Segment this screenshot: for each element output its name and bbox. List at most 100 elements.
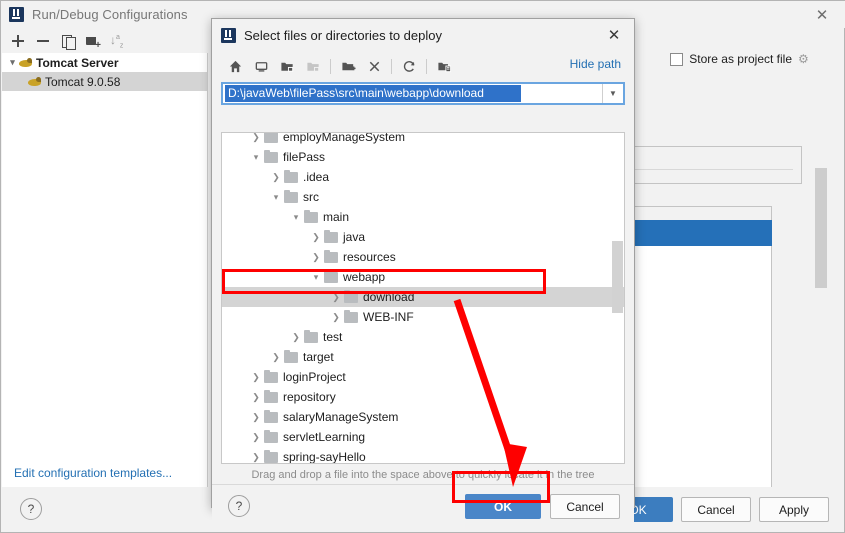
tree-row[interactable]: ❯ spring-sayHello (222, 447, 624, 464)
bg-window-close-icon[interactable]: ✕ (814, 7, 830, 23)
tree-row-label: servletLearning (283, 430, 366, 444)
chevron-right-icon[interactable]: ❯ (328, 312, 344, 323)
folder-icon (324, 269, 338, 283)
folder-icon (304, 209, 318, 223)
chevron-right-icon[interactable]: ❯ (248, 432, 264, 443)
tree-row-label: download (363, 290, 415, 304)
home-icon[interactable] (222, 55, 248, 77)
tree-row[interactable]: ❯ repository (222, 387, 624, 407)
chevron-right-icon[interactable]: ❯ (248, 133, 264, 143)
folder-icon (264, 369, 278, 383)
hide-path-link[interactable]: Hide path (570, 57, 621, 71)
collapse-folder-icon (300, 55, 326, 77)
tree-row[interactable]: ▾ src (222, 187, 624, 207)
tree-row-label: repository (283, 390, 336, 404)
edit-configuration-templates-link[interactable]: Edit configuration templates... (14, 466, 172, 480)
dialog-close-icon[interactable]: ✕ (606, 27, 622, 43)
delete-icon[interactable] (361, 55, 387, 77)
bg-configurations-tree: ▾ Tomcat Server Tomcat 9.0.58 (2, 53, 208, 458)
bg-cancel-button[interactable]: Cancel (681, 497, 751, 522)
chevron-right-icon[interactable]: ❯ (328, 292, 344, 303)
chevron-down-icon[interactable]: ▾ (288, 212, 304, 223)
desktop-icon[interactable] (248, 55, 274, 77)
folder-icon (264, 149, 278, 163)
bg-configurations-toolbar: ↓az (2, 28, 208, 53)
folder-icon (264, 133, 278, 143)
refresh-icon[interactable] (396, 55, 422, 77)
folder-icon (324, 249, 338, 263)
chevron-right-icon[interactable]: ❯ (288, 332, 304, 343)
remove-configuration-button[interactable] (35, 33, 51, 49)
drag-drop-hint: Drag and drop a file into the space abov… (251, 469, 595, 481)
tree-row[interactable]: ❯ java (222, 227, 624, 247)
bg-apply-button[interactable]: Apply (759, 497, 829, 522)
tree-row[interactable]: ❯ WEB-INF (222, 307, 624, 327)
tree-item-tomcat-9058[interactable]: Tomcat 9.0.58 (2, 72, 207, 91)
add-configuration-button[interactable] (10, 33, 26, 49)
tree-row[interactable]: ❯ salaryManageSystem (222, 407, 624, 427)
tree-row-label: target (303, 350, 334, 364)
copy-configuration-button[interactable] (60, 33, 76, 50)
bg-window-buttons: OK Cancel Apply (603, 497, 829, 522)
chevron-right-icon[interactable]: ❯ (248, 412, 264, 423)
tree-row-label: loginProject (283, 370, 346, 384)
tree-row[interactable]: ❯ loginProject (222, 367, 624, 387)
sort-az-icon[interactable]: ↓az (110, 33, 126, 49)
expand-folder-icon[interactable] (274, 55, 300, 77)
tree-row[interactable]: ▾ filePass (222, 147, 624, 167)
new-folder-button[interactable] (85, 33, 101, 51)
store-as-project-file-row[interactable]: Store as project file ⚙ (670, 52, 811, 66)
tree-row-label: filePass (283, 150, 326, 164)
tree-item-tomcat-server[interactable]: ▾ Tomcat Server (2, 53, 207, 72)
dialog-titlebar: Select files or directories to deploy ✕ (212, 19, 634, 51)
chevron-down-icon[interactable]: ▼ (602, 84, 623, 103)
dialog-ok-button[interactable]: OK (465, 494, 541, 519)
tree-scrollbar-thumb[interactable] (612, 241, 623, 313)
chevron-right-icon[interactable]: ❯ (268, 352, 284, 363)
chevron-right-icon[interactable]: ❯ (248, 392, 264, 403)
tree-row[interactable]: ▾ webapp (222, 267, 624, 287)
file-tree[interactable]: ❯ employManageSystem ▾ filePass ❯ .idea ▾ src ▾ m… (221, 132, 625, 464)
toolbar-separator (426, 58, 427, 74)
toolbar-separator (391, 58, 392, 74)
chevron-down-icon[interactable]: ▾ (268, 192, 284, 203)
chevron-right-icon[interactable]: ❯ (308, 252, 324, 263)
chevron-down-icon[interactable]: ▾ (308, 272, 324, 283)
dialog-bottom-bar: ? OK Cancel (212, 484, 634, 527)
dialog-help-button[interactable]: ? (228, 495, 250, 517)
path-input[interactable]: D:\javaWeb\filePass\src\main\webapp\down… (225, 85, 521, 102)
chevron-down-icon[interactable]: ▾ (6, 57, 19, 68)
tree-row[interactable]: ❯ target (222, 347, 624, 367)
new-folder-icon[interactable] (335, 55, 361, 77)
dialog-cancel-button[interactable]: Cancel (550, 494, 620, 519)
dialog-title: Select files or directories to deploy (244, 27, 442, 43)
dialog-buttons: OK Cancel (465, 494, 620, 519)
tree-row[interactable]: ❯ .idea (222, 167, 624, 187)
bg-help-button[interactable]: ? (20, 498, 42, 520)
gear-icon[interactable]: ⚙ (798, 52, 811, 66)
folder-icon (284, 349, 298, 363)
tree-row[interactable]: ❯ download (222, 287, 624, 307)
folder-icon (304, 329, 318, 343)
bg-scrollbar-thumb[interactable] (815, 168, 827, 288)
tree-row[interactable]: ❯ servletLearning (222, 427, 624, 447)
chevron-right-icon[interactable]: ❯ (248, 372, 264, 383)
chevron-right-icon[interactable]: ❯ (308, 232, 324, 243)
tree-item-label: Tomcat 9.0.58 (45, 74, 121, 89)
chevron-right-icon[interactable]: ❯ (248, 452, 264, 463)
tree-item-label: Tomcat Server (36, 55, 119, 70)
show-hidden-files-icon[interactable] (431, 55, 457, 77)
tree-row[interactable]: ❯ test (222, 327, 624, 347)
bg-window-title: Run/Debug Configurations (32, 7, 188, 22)
chevron-down-icon[interactable]: ▾ (248, 152, 264, 163)
path-field[interactable]: D:\javaWeb\filePass\src\main\webapp\down… (221, 82, 625, 105)
chevron-right-icon[interactable]: ❯ (268, 172, 284, 183)
tree-row[interactable]: ▾ main (222, 207, 624, 227)
store-as-project-file-checkbox[interactable] (670, 52, 684, 66)
folder-icon (264, 389, 278, 403)
tree-row[interactable]: ❯ resources (222, 247, 624, 267)
tree-row-label: java (343, 230, 366, 244)
tree-row[interactable]: ❯ employManageSystem (222, 133, 624, 147)
tree-row-label: src (303, 190, 319, 204)
tree-row-label: spring-sayHello (283, 450, 366, 464)
